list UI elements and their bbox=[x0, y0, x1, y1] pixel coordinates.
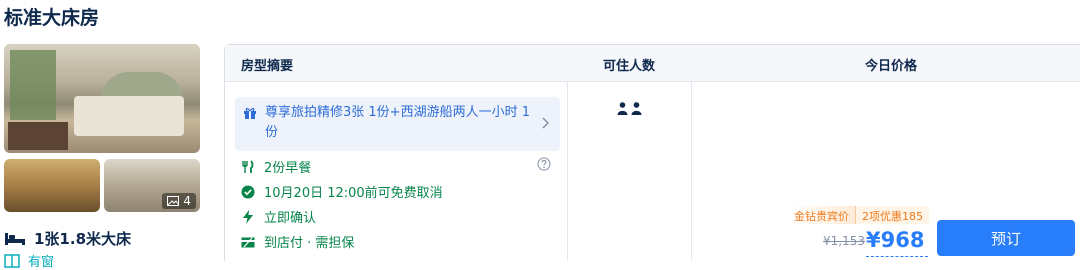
person-icon bbox=[617, 102, 628, 115]
gift-icon bbox=[244, 108, 256, 119]
feature-text: 10月20日 12:00前可免费取消 bbox=[264, 186, 443, 201]
feature-free-cancel: 10月20日 12:00前可免费取消 bbox=[241, 182, 443, 201]
bed-info: 1张1.8米大床 bbox=[4, 228, 131, 249]
feature-text: 到店付 · 需担保 bbox=[264, 236, 355, 251]
promo-tag-discount: 2项优惠185 bbox=[856, 206, 929, 224]
book-button[interactable]: 预订 bbox=[937, 220, 1075, 256]
window-info: 有窗 bbox=[4, 251, 54, 270]
utensils-icon bbox=[242, 159, 254, 173]
promo-tags[interactable]: 金钻贵宾价 2项优惠185 bbox=[788, 206, 929, 224]
chevron-right-icon bbox=[542, 117, 550, 129]
current-price[interactable]: ¥968 bbox=[866, 228, 924, 252]
room-title: 标准大床房 bbox=[4, 7, 100, 29]
header-guests: 可住人数 bbox=[603, 59, 656, 74]
feature-instant-confirm: 立即确认 bbox=[241, 207, 316, 226]
check-circle-icon bbox=[241, 185, 255, 198]
room-photo-thumb[interactable] bbox=[4, 159, 100, 212]
guest-capacity bbox=[617, 102, 642, 115]
room-photo-thumb-more[interactable]: 4 bbox=[104, 159, 200, 212]
image-icon bbox=[167, 196, 180, 206]
feature-text: 立即确认 bbox=[264, 211, 317, 226]
bed-label: 1张1.8米大床 bbox=[34, 230, 132, 248]
feature-text: 2份早餐 bbox=[264, 161, 312, 176]
pay-at-hotel-icon bbox=[241, 237, 255, 247]
person-icon bbox=[631, 102, 642, 115]
bed-icon bbox=[5, 232, 25, 245]
feature-pay-at-hotel: 到店付 · 需担保 bbox=[241, 232, 354, 251]
gift-package-link[interactable]: 尊享旅拍精修3张 1份+西湖游船两人一小时 1份 bbox=[235, 97, 560, 151]
photo-count-badge: 4 bbox=[162, 193, 196, 209]
room-photo-main[interactable] bbox=[4, 44, 200, 153]
original-price: ¥1,153 bbox=[823, 234, 865, 248]
lightning-icon bbox=[243, 209, 253, 224]
feature-breakfast: 2份早餐 bbox=[241, 157, 311, 176]
promo-tag-vip: 金钻贵宾价 bbox=[788, 206, 855, 224]
window-label: 有窗 bbox=[28, 255, 55, 270]
window-icon bbox=[4, 253, 20, 268]
gift-text: 尊享旅拍精修3张 1份+西湖游船两人一小时 1份 bbox=[265, 105, 530, 140]
header-price: 今日价格 bbox=[865, 59, 918, 74]
help-icon[interactable] bbox=[537, 157, 551, 171]
header-summary: 房型摘要 bbox=[241, 59, 294, 74]
table-header: 房型摘要 可住人数 今日价格 bbox=[225, 45, 1080, 82]
photo-count: 4 bbox=[183, 194, 191, 208]
room-offer-table: 房型摘要 可住人数 今日价格 尊享旅拍精修3张 1份+西湖游船两人一小时 1份 … bbox=[224, 44, 1080, 261]
